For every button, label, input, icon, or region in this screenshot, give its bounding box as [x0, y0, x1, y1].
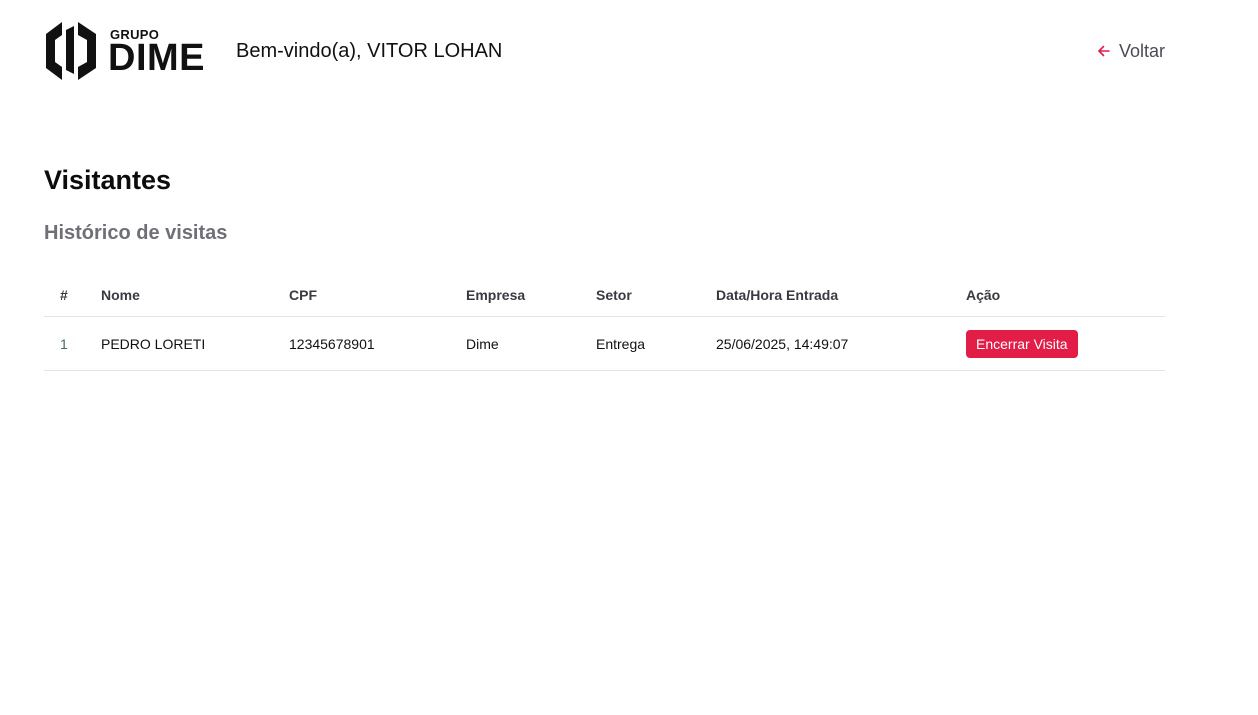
top-header: GRUPO DIME Bem-vindo(a), VITOR LOHAN Vol…	[44, 18, 1165, 84]
visits-table-container: # Nome CPF Empresa Setor Data/Hora Entra…	[44, 273, 1165, 371]
dime-emblem-icon	[46, 22, 96, 80]
row-index: 1	[60, 335, 68, 352]
column-header-index-label: #	[60, 286, 68, 303]
column-header-cpf: CPF	[289, 273, 466, 317]
grupo-dime-logo[interactable]: GRUPO DIME	[44, 18, 210, 84]
row-setor: Entrega	[596, 316, 716, 371]
visits-table: # Nome CPF Empresa Setor Data/Hora Entra…	[44, 273, 1165, 371]
end-visit-button[interactable]: Encerrar Visita	[966, 329, 1078, 358]
page-title: Visitantes	[44, 165, 172, 195]
section-title: Histórico de visitas	[44, 222, 228, 244]
row-action-cell: Encerrar Visita	[966, 316, 1165, 371]
back-label: Voltar	[1118, 41, 1165, 61]
column-header-acao: Ação	[966, 273, 1165, 317]
table-header-row: # Nome CPF Empresa Setor Data/Hora Entra…	[44, 273, 1165, 317]
column-header-nome: Nome	[101, 273, 289, 317]
page: GRUPO DIME Bem-vindo(a), VITOR LOHAN Vol…	[0, 0, 1258, 715]
welcome-message: Bem-vindo(a), VITOR LOHAN	[236, 40, 503, 62]
logo-dime-text: DIME	[108, 37, 205, 79]
arrow-left-icon	[1098, 45, 1110, 57]
column-header-empresa: Empresa	[466, 273, 596, 317]
row-data-hora-entrada: 25/06/2025, 14:49:07	[716, 316, 966, 371]
column-header-index: #	[44, 273, 101, 317]
back-button[interactable]: Voltar	[1097, 39, 1165, 63]
column-header-setor: Setor	[596, 273, 716, 317]
row-cpf: 12345678901	[289, 316, 466, 371]
row-empresa: Dime	[466, 316, 596, 371]
table-row: 1 PEDRO LORETI 12345678901 Dime Entrega …	[44, 316, 1165, 371]
row-nome: PEDRO LORETI	[101, 316, 289, 371]
row-index-cell: 1	[44, 316, 101, 371]
column-header-data-hora-entrada: Data/Hora Entrada	[716, 273, 966, 317]
